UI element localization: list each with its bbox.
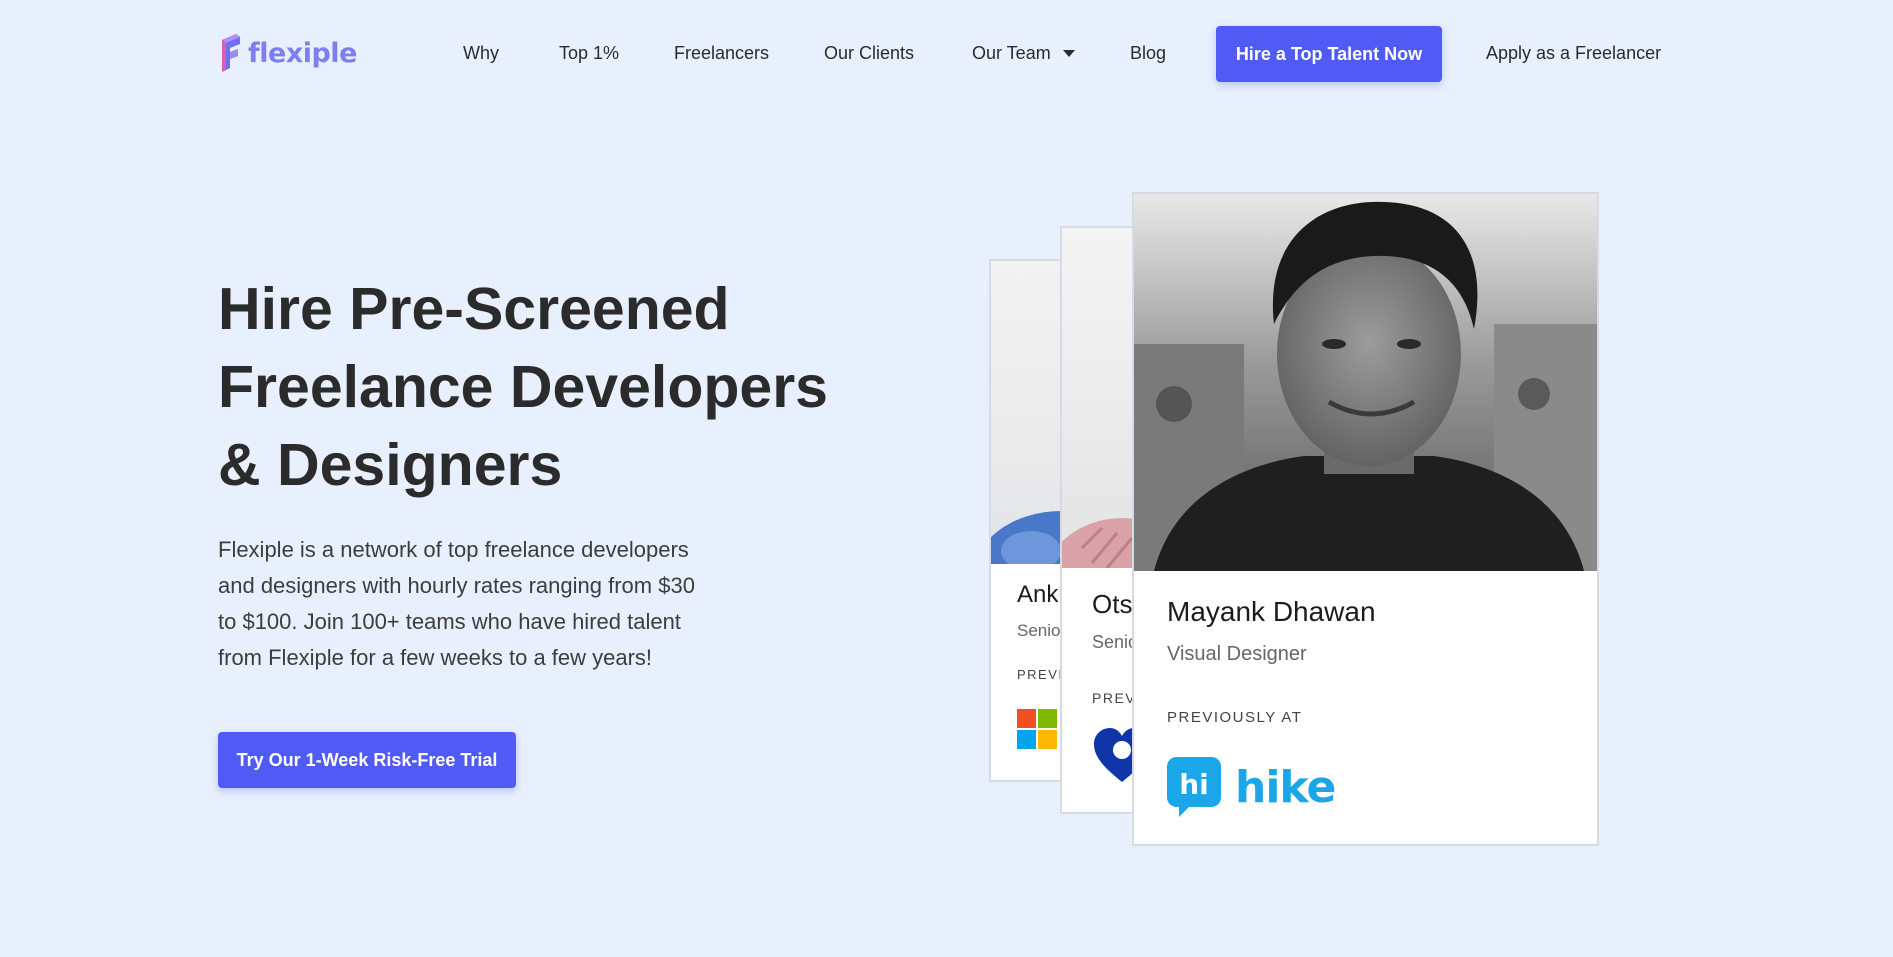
- nav-our-team-label: Our Team: [972, 43, 1051, 63]
- nav-why[interactable]: Why: [463, 42, 499, 64]
- freelancer-role: Senio: [1017, 621, 1061, 640]
- freelancer-card-featured: Mayank Dhawan Visual Designer PREVIOUSLY…: [1132, 192, 1599, 846]
- freelancer-name: Mayank Dhawan: [1167, 596, 1376, 627]
- hike-wordmark: hike: [1235, 761, 1336, 813]
- nav-our-team[interactable]: Our Team: [972, 42, 1075, 64]
- risk-free-trial-button[interactable]: Try Our 1-Week Risk-Free Trial: [218, 732, 516, 788]
- hero-title-line-3: & Designers: [218, 432, 563, 498]
- freelancer-name: Ots: [1092, 589, 1133, 619]
- logo-text: flexiple: [248, 37, 357, 69]
- person-photo-icon: [1134, 194, 1597, 571]
- hike-logo: hi hike: [1167, 757, 1336, 817]
- top-navigation: flexiple Why Top 1% Freelancers Our Clie…: [0, 0, 1893, 106]
- previously-at-label: PREVIOUSLY AT: [1167, 709, 1303, 726]
- apply-freelancer-link[interactable]: Apply as a Freelancer: [1486, 42, 1661, 64]
- flexiple-logo[interactable]: flexiple: [218, 34, 357, 72]
- freelancer-role: Visual Designer: [1167, 643, 1307, 665]
- hero-title-line-1: Hire Pre-Screened: [218, 276, 730, 342]
- nav-our-clients[interactable]: Our Clients: [824, 42, 914, 64]
- nav-top-1-percent[interactable]: Top 1%: [559, 42, 619, 64]
- previously-at-label: PREV: [1092, 690, 1137, 706]
- hero-title: Hire Pre-Screened Freelance Developers &…: [218, 270, 858, 504]
- hero-title-line-2: Freelance Developers: [218, 354, 828, 420]
- chevron-down-icon: [1062, 49, 1075, 57]
- nav-blog[interactable]: Blog: [1130, 42, 1166, 64]
- flexiple-logo-icon: [222, 34, 240, 72]
- microsoft-logo-icon: [1017, 709, 1057, 749]
- hero-description: Flexiple is a network of top freelance d…: [218, 537, 695, 670]
- previously-at-label: PREVI: [1017, 667, 1064, 682]
- nav-freelancers[interactable]: Freelancers: [674, 42, 769, 64]
- hire-top-talent-button[interactable]: Hire a Top Talent Now: [1216, 26, 1442, 82]
- freelancer-photo: [1134, 194, 1597, 571]
- svg-text:hi: hi: [1179, 768, 1209, 801]
- hike-logo-icon: hi: [1167, 757, 1221, 817]
